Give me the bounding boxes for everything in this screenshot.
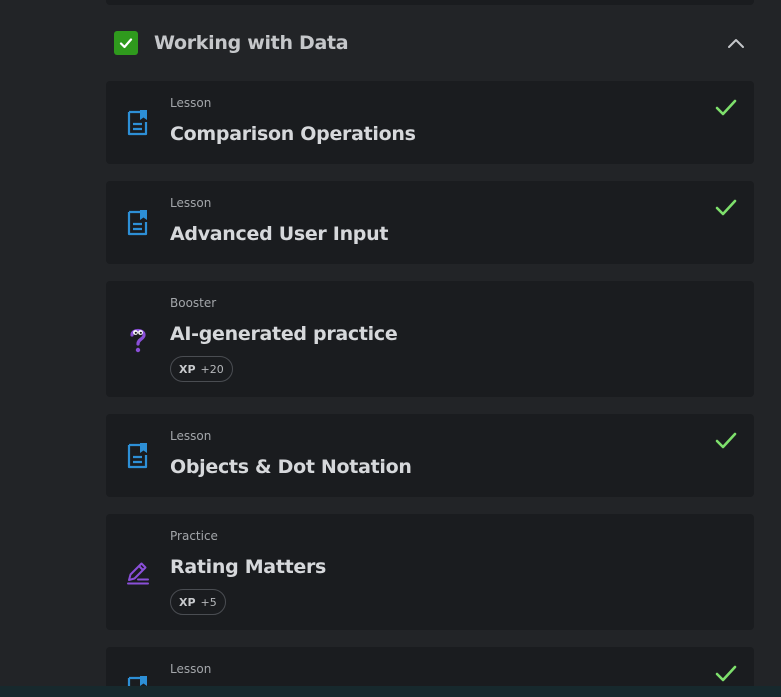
- card-type-label: Lesson: [170, 429, 212, 443]
- completed-check-icon: [715, 432, 737, 449]
- practice-card[interactable]: Practice Rating Matters XP +5: [106, 514, 754, 630]
- lesson-document-icon: [127, 110, 148, 136]
- section-complete-check-icon: [114, 31, 138, 55]
- section-header[interactable]: Working with Data: [106, 26, 754, 60]
- xp-badge: XP +5: [170, 589, 226, 615]
- pencil-practice-icon: [127, 562, 149, 585]
- card-type-label: Booster: [170, 296, 217, 310]
- card-title: Advanced User Input: [170, 223, 389, 245]
- completed-check-icon: [715, 99, 737, 116]
- collapse-section-button[interactable]: [724, 32, 748, 54]
- lesson-card[interactable]: Lesson Advanced User Input: [106, 181, 754, 264]
- lesson-card[interactable]: Lesson Objects & Dot Notation: [106, 414, 754, 497]
- card-title: Rating Matters: [170, 556, 327, 578]
- xp-value: +20: [200, 362, 224, 376]
- completed-check-icon: [715, 665, 737, 682]
- xp-label: XP: [179, 362, 196, 376]
- lesson-document-icon: [127, 210, 148, 236]
- xp-value: +5: [200, 595, 217, 609]
- section-title: Working with Data: [154, 32, 349, 54]
- lesson-document-icon: [127, 443, 148, 469]
- card-type-label: Lesson: [170, 662, 212, 676]
- booster-card[interactable]: Booster AI-generated practice XP +20: [106, 281, 754, 397]
- ai-question-icon: [130, 328, 146, 353]
- card-title: AI-generated practice: [170, 323, 398, 345]
- card-title: Objects & Dot Notation: [170, 456, 412, 478]
- card-title: Comparison Operations: [170, 123, 416, 145]
- xp-label: XP: [179, 595, 196, 609]
- card-type-label: Lesson: [170, 196, 212, 210]
- bottom-bar: [0, 686, 781, 697]
- xp-badge: XP +20: [170, 356, 233, 382]
- course-module-page: Working with Data Lesson Comparison Oper…: [0, 0, 781, 697]
- completed-check-icon: [715, 199, 737, 216]
- card-type-label: Lesson: [170, 96, 212, 110]
- chevron-up-icon: [728, 39, 744, 48]
- lesson-card[interactable]: Lesson Comparison Operations: [106, 81, 754, 164]
- card-type-label: Practice: [170, 529, 218, 543]
- previous-card-edge[interactable]: [106, 0, 754, 5]
